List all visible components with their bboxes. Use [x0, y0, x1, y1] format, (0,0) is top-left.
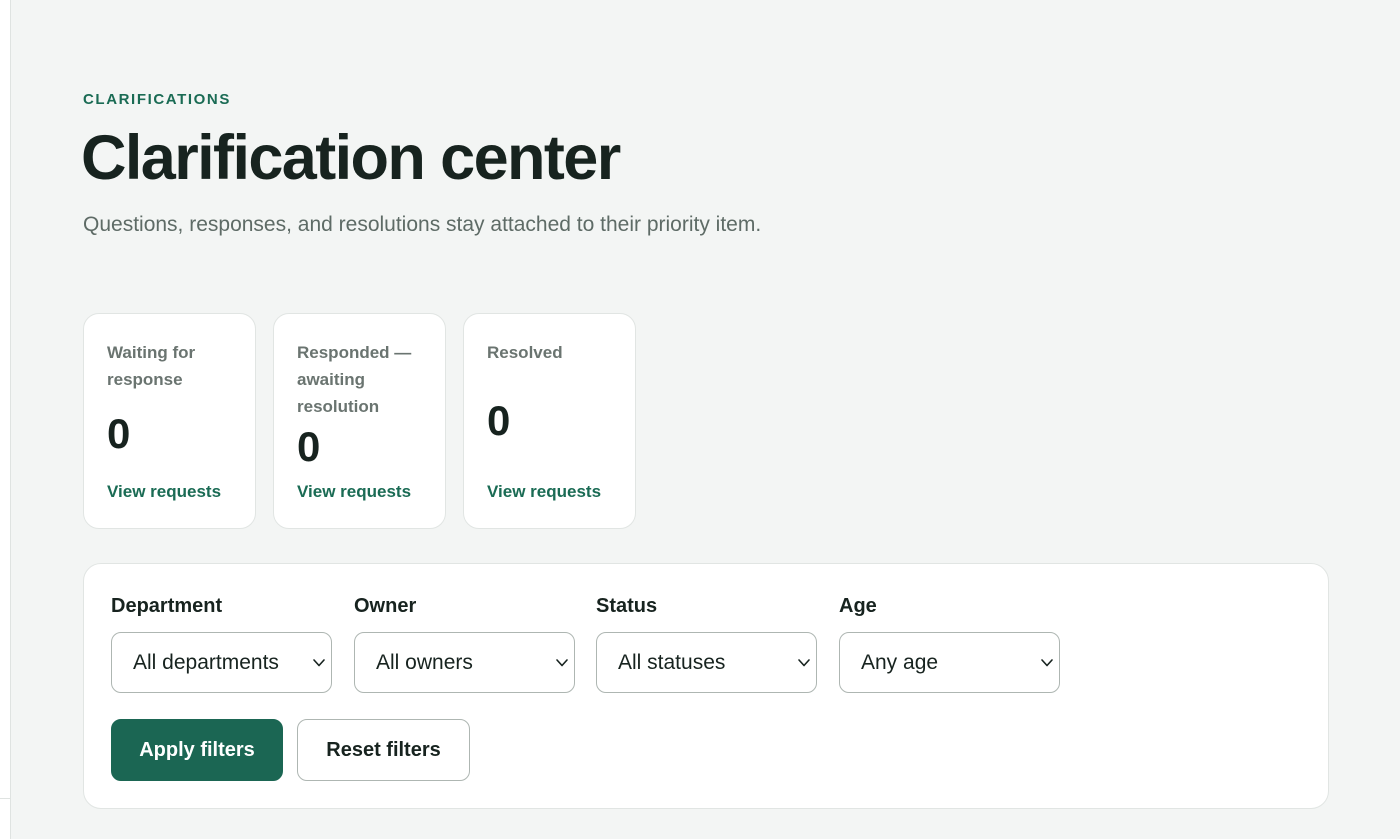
stat-value: 0: [297, 423, 321, 470]
owner-select[interactable]: All owners: [354, 632, 575, 693]
left-rail-divider: [0, 798, 11, 799]
apply-filters-button[interactable]: Apply filters: [111, 719, 283, 781]
view-requests-link-waiting[interactable]: View requests: [107, 482, 221, 502]
stat-card-resolved: Resolved 0 View requests: [463, 313, 636, 529]
filter-panel: Department All departments Owner All own…: [83, 563, 1329, 809]
owner-select-value: All owners: [376, 651, 473, 674]
stat-card-waiting: Waiting for response 0 View requests: [83, 313, 256, 529]
age-select[interactable]: Any age: [839, 632, 1060, 693]
department-select[interactable]: All departments: [111, 632, 332, 693]
chevron-down-icon: [1041, 659, 1053, 667]
filter-group-department: Department All departments: [111, 595, 332, 693]
reset-filters-button[interactable]: Reset filters: [297, 719, 470, 781]
filter-group-owner: Owner All owners: [354, 595, 575, 693]
filter-group-age: Age Any age: [839, 595, 1060, 693]
department-label: Department: [111, 595, 223, 617]
stat-card-responded: Responded — awaiting resolution 0 View r…: [273, 313, 446, 529]
view-requests-link-resolved[interactable]: View requests: [487, 482, 601, 502]
age-label: Age: [839, 595, 877, 617]
page-subtitle: Questions, responses, and resolutions st…: [83, 213, 762, 236]
stat-label: Resolved: [487, 343, 563, 362]
filter-group-status: Status All statuses: [596, 595, 817, 693]
left-rail: [0, 0, 11, 839]
chevron-down-icon: [556, 659, 568, 667]
age-select-value: Any age: [861, 651, 939, 674]
chevron-down-icon: [798, 659, 810, 667]
section-eyebrow: CLARIFICATIONS: [83, 91, 231, 108]
status-select-value: All statuses: [618, 651, 726, 674]
page-title: Clarification center: [81, 123, 621, 193]
view-requests-link-responded[interactable]: View requests: [297, 482, 411, 502]
stat-value: 0: [487, 397, 511, 444]
stat-label: Responded — awaiting resolution: [297, 343, 412, 416]
chevron-down-icon: [313, 659, 325, 667]
status-label: Status: [596, 595, 658, 617]
stat-label: Waiting for response: [107, 343, 196, 389]
stat-value: 0: [107, 410, 131, 457]
status-select[interactable]: All statuses: [596, 632, 817, 693]
department-select-value: All departments: [133, 651, 279, 674]
owner-label: Owner: [354, 595, 417, 617]
